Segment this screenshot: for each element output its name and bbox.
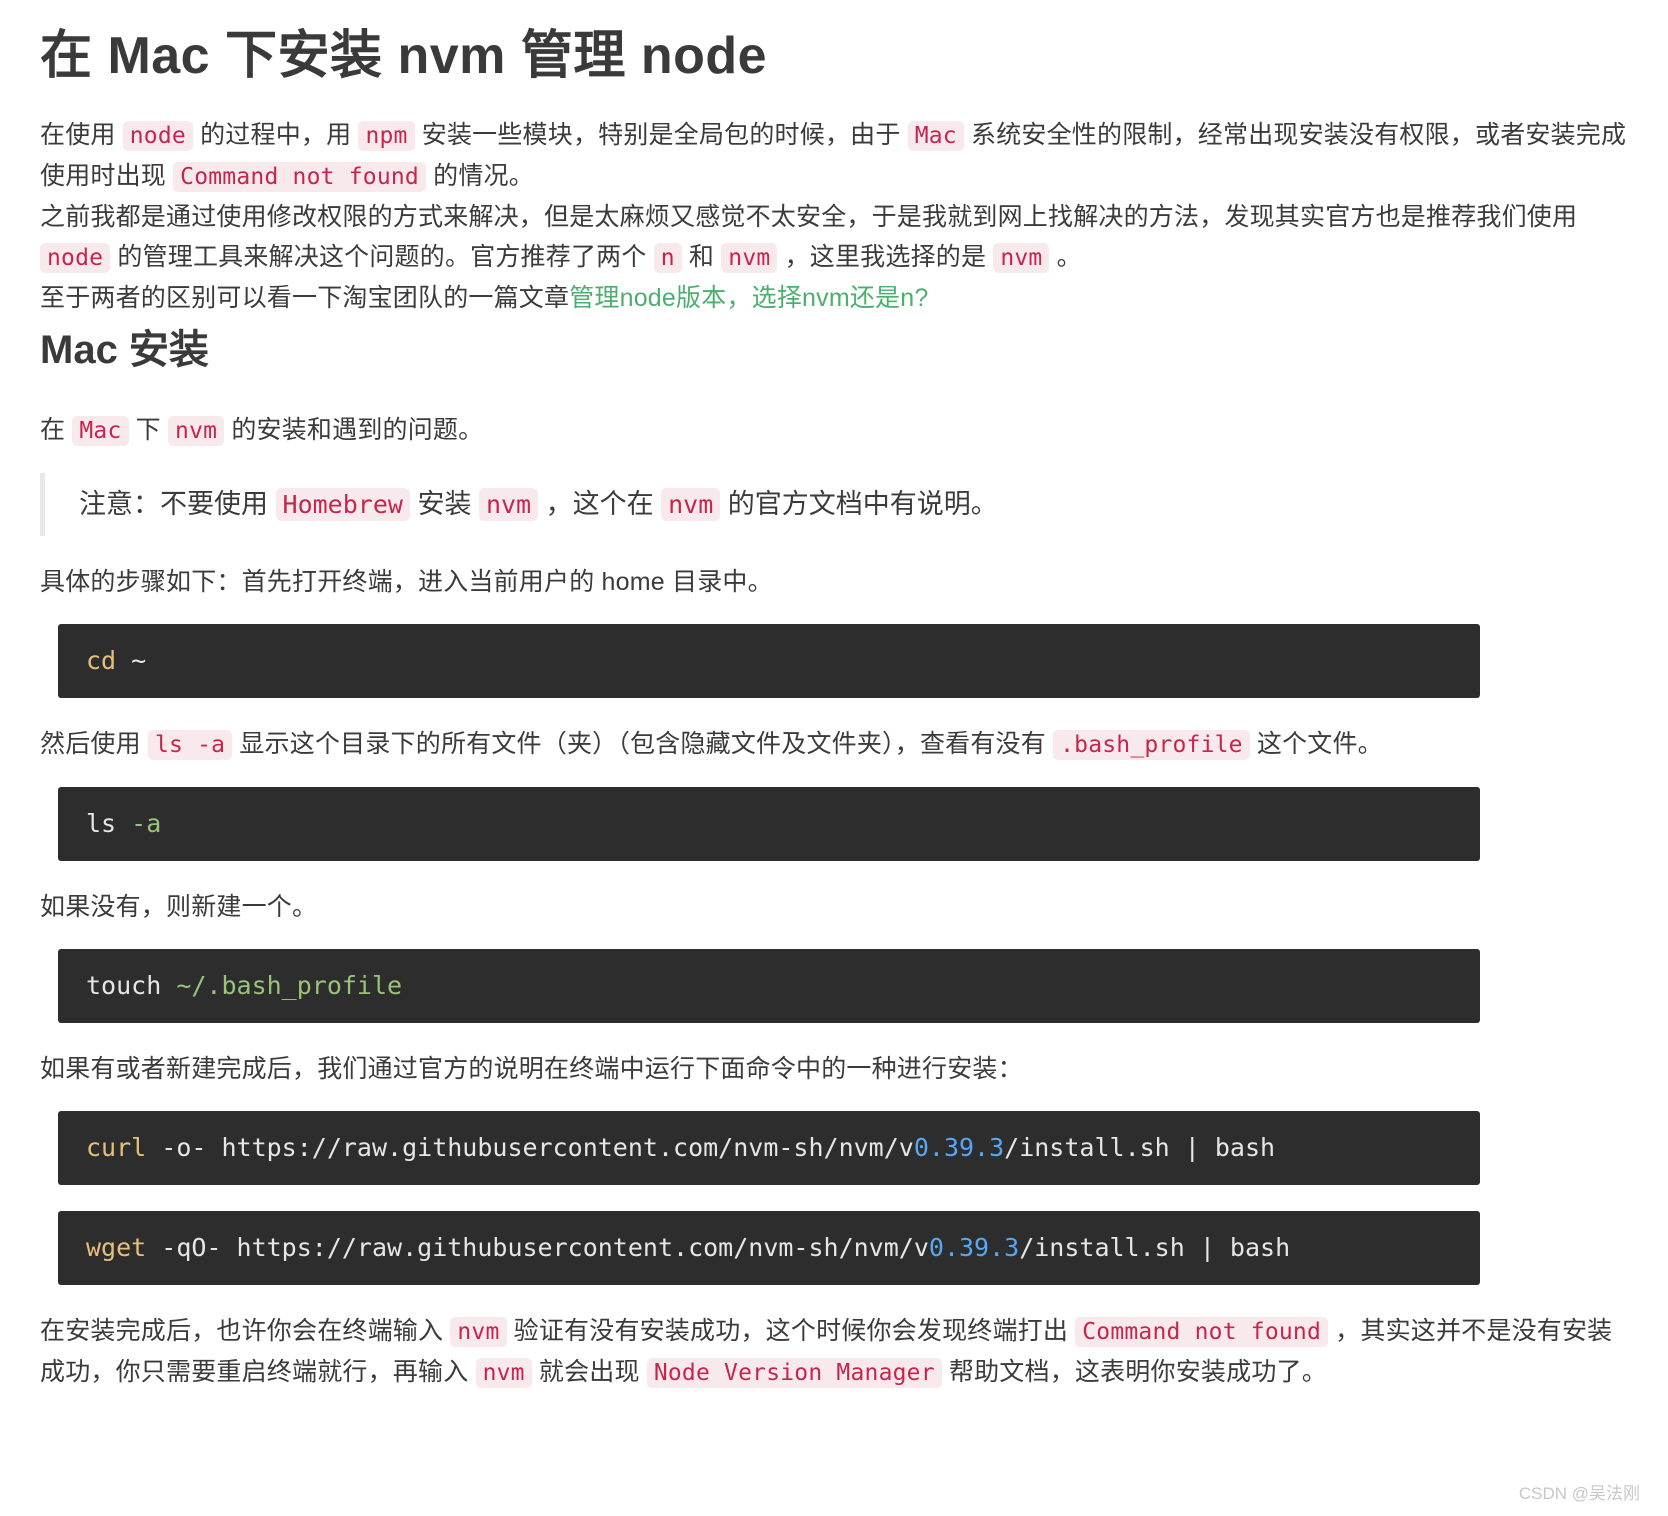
inline-code-node-2: node [40, 243, 111, 273]
code-token-url-part-1: -o- https://raw.githubusercontent.com/nv… [146, 1133, 914, 1162]
inline-code-bash-profile: .bash_profile [1053, 730, 1250, 760]
code-token-command: touch [86, 971, 162, 1000]
inline-code-nvm-6: nvm [450, 1317, 507, 1347]
inline-code-n: n [653, 243, 682, 273]
code-token-url-part-1: -qO- https://raw.githubusercontent.com/n… [146, 1233, 929, 1262]
inline-code-nvm-4: nvm [478, 488, 539, 521]
text-fragment: 的安装和遇到的问题。 [224, 416, 484, 444]
page-title: 在 Mac 下安装 nvm 管理 node [40, 27, 768, 85]
text-fragment: 安装 [409, 489, 479, 519]
csdn-watermark: CSDN @吴法刚 [1518, 1484, 1640, 1503]
code-token-version: 0.39.3 [928, 1233, 1020, 1262]
text-fragment: 的官方文档中有说明。 [720, 489, 998, 519]
text-fragment: ，这里我选择的是 [777, 243, 994, 271]
final-paragraph: 在安装完成后，也许你会在终端输入 nvm 验证有没有安装成功，这个时候你会发现终… [40, 1311, 1628, 1393]
code-block-cd[interactable]: cd ~ [58, 624, 1480, 698]
text-fragment: 至于两者的区别可以看一下淘宝团队的一篇文章 [40, 284, 570, 312]
text-fragment: 的情况。 [425, 162, 534, 190]
section-title-mac-install: Mac 安装 [40, 328, 209, 372]
document-page: 在 Mac 下安装 nvm 管理 node 在使用 node 的过程中，用 np… [0, 0, 1668, 1393]
code-token-command: wget [86, 1233, 147, 1262]
text-fragment: 和 [681, 243, 722, 271]
code-token-arg: -a [116, 809, 162, 838]
note-blockquote: 注意：不要使用 Homebrew 安装 nvm ，这个在 nvm 的官方文档中有… [40, 473, 1628, 536]
inline-code-mac: Mac [907, 121, 964, 151]
code-token-url-part-2: /install.sh | bash [1019, 1233, 1291, 1262]
text-fragment: 安装一些模块，特别是全局包的时候，由于 [414, 121, 908, 149]
intro-paragraph-1: 在使用 node 的过程中，用 npm 安装一些模块，特别是全局包的时候，由于 … [40, 115, 1628, 197]
inline-code-command-not-found: Command not found [173, 162, 426, 192]
inline-code-nvm-2: nvm [993, 243, 1050, 273]
step-2-text: 然后使用 ls -a 显示这个目录下的所有文件（夹）（包含隐藏文件及文件夹），查… [40, 724, 1628, 765]
code-block-touch[interactable]: touch ~/.bash_profile [58, 949, 1480, 1023]
code-token-arg: ~ [116, 646, 147, 675]
step-4-text: 如果有或者新建完成后，我们通过官方的说明在终端中运行下面命令中的一种进行安装： [40, 1055, 1023, 1083]
text-fragment: 的管理工具来解决这个问题的。官方推荐了两个 [110, 243, 654, 271]
text-fragment: 然后使用 [40, 730, 148, 758]
text-fragment: ，这个在 [538, 489, 662, 519]
code-token-version: 0.39.3 [913, 1133, 1005, 1162]
text-fragment: 下 [128, 416, 169, 444]
inline-code-nvm-7: nvm [475, 1358, 532, 1388]
code-token-command: cd [86, 646, 117, 675]
inline-code-homebrew: Homebrew [275, 488, 410, 521]
inline-code-mac-2: Mac [72, 416, 129, 446]
inline-code-npm: npm [358, 121, 415, 151]
text-fragment: 就会出现 [531, 1358, 647, 1386]
code-block-wget[interactable]: wget -qO- https://raw.githubusercontent.… [58, 1211, 1480, 1285]
code-token-command: curl [86, 1133, 147, 1162]
text-fragment: 之前我都是通过使用修改权限的方式来解决，但是太麻烦又感觉不太安全，于是我就到网上… [40, 203, 1578, 231]
code-token-command: ls [86, 809, 117, 838]
text-fragment: 这个文件。 [1249, 730, 1383, 758]
code-block-ls[interactable]: ls -a [58, 787, 1480, 861]
text-fragment: 在使用 [40, 121, 123, 149]
intro-paragraph-3: 至于两者的区别可以看一下淘宝团队的一篇文章管理node版本，选择nvm还是n? [40, 278, 1628, 318]
inline-code-node-version-manager: Node Version Manager [646, 1358, 942, 1388]
text-fragment: 在 [40, 416, 73, 444]
mac-install-lead: 在 Mac 下 nvm 的安装和遇到的问题。 [40, 410, 1628, 451]
text-fragment: 的过程中，用 [192, 121, 359, 149]
inline-code-nvm: nvm [721, 243, 778, 273]
text-fragment: 在安装完成后，也许你会在终端输入 [40, 1317, 451, 1345]
text-fragment: 。 [1049, 243, 1082, 271]
text-fragment: 验证有没有安装成功，这个时候你会发现终端打出 [506, 1317, 1076, 1345]
text-fragment: 帮助文档，这表明你安装成功了。 [941, 1358, 1327, 1386]
code-token-url-part-2: /install.sh | bash [1004, 1133, 1276, 1162]
text-fragment: 显示这个目录下的所有文件（夹）（包含隐藏文件及文件夹），查看有没有 [232, 730, 1054, 758]
inline-code-nvm-3: nvm [168, 416, 225, 446]
inline-code-ls-a: ls -a [147, 730, 233, 760]
step-1-text: 具体的步骤如下：首先打开终端，进入当前用户的 home 目录中。 [40, 568, 773, 596]
inline-code-nvm-5: nvm [661, 488, 721, 521]
code-block-curl[interactable]: curl -o- https://raw.githubusercontent.c… [58, 1111, 1480, 1185]
text-fragment: 注意：不要使用 [79, 489, 276, 519]
inline-code-command-not-found-2: Command not found [1075, 1317, 1329, 1347]
taobao-article-link[interactable]: 管理node版本，选择nvm还是n? [569, 284, 928, 312]
code-token-arg: ~/.bash_profile [161, 971, 403, 1000]
intro-paragraph-2: 之前我都是通过使用修改权限的方式来解决，但是太麻烦又感觉不太安全，于是我就到网上… [40, 197, 1628, 278]
step-3-text: 如果没有，则新建一个。 [40, 893, 318, 921]
inline-code-node: node [122, 121, 193, 151]
